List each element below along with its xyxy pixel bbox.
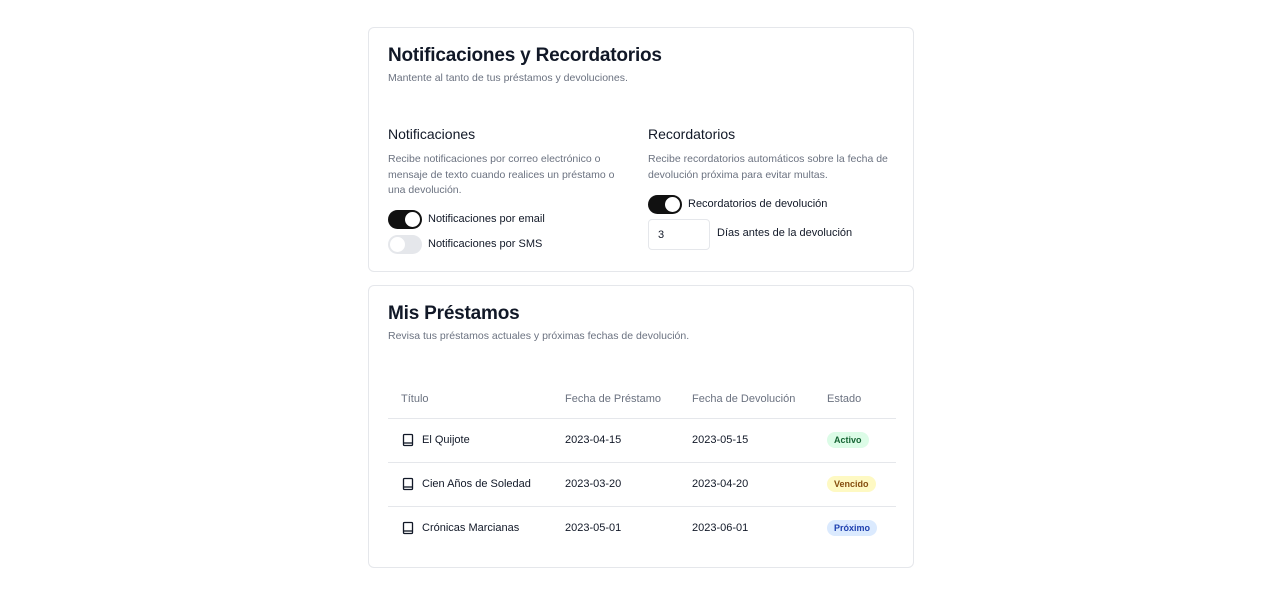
column-header-loan-date: Fecha de Préstamo: [565, 393, 661, 405]
reminders-section-title: Recordatorios: [648, 126, 736, 142]
book-icon: [402, 521, 414, 535]
loans-card-title: Mis Préstamos: [388, 303, 520, 324]
email-notifications-toggle[interactable]: [388, 209, 422, 229]
return-date: 2023-04-20: [692, 478, 749, 490]
sms-notifications-row: Notificaciones por SMS: [388, 234, 542, 254]
notifications-card: Notificaciones y Recordatorios Mantente …: [368, 27, 914, 272]
status-badge: Activo: [827, 432, 869, 448]
days-before-input[interactable]: [648, 219, 710, 250]
book-title-cell: El Quijote: [401, 433, 470, 447]
return-reminders-row: Recordatorios de devolución: [648, 194, 827, 214]
email-notifications-row: Notificaciones por email: [388, 209, 545, 229]
table-header: Título Fecha de Préstamo Fecha de Devolu…: [388, 384, 896, 419]
loan-date: 2023-03-20: [565, 478, 622, 490]
book-title-cell: Crónicas Marcianas: [401, 521, 519, 535]
table-row: El Quijote 2023-04-15 2023-05-15 Activo: [388, 419, 896, 463]
return-date: 2023-06-01: [692, 522, 749, 534]
toggle-knob: [665, 196, 680, 212]
reminders-section: Recordatorios Recibe recordatorios autom…: [648, 125, 893, 183]
reminders-section-description: Recibe recordatorios automáticos sobre l…: [648, 153, 888, 181]
loans-card: Mis Préstamos Revisa tus préstamos actua…: [368, 285, 914, 568]
notifications-card-title: Notificaciones y Recordatorios: [388, 45, 662, 66]
column-header-status: Estado: [827, 393, 862, 405]
loans-table: Título Fecha de Préstamo Fecha de Devolu…: [388, 384, 896, 550]
book-icon: [402, 477, 414, 491]
book-title: Cien Años de Soledad: [422, 478, 531, 490]
return-reminders-toggle[interactable]: [648, 194, 682, 214]
loans-card-description: Revisa tus préstamos actuales y próximas…: [388, 330, 690, 342]
book-title-cell: Cien Años de Soledad: [401, 477, 531, 491]
status-badge: Próximo: [827, 520, 878, 536]
loan-date: 2023-05-01: [565, 522, 622, 534]
column-header-title: Título: [401, 393, 429, 405]
column-header-return-date: Fecha de Devolución: [692, 393, 796, 405]
notifications-section: Notificaciones Recibe notificaciones por…: [388, 125, 633, 199]
notifications-section-title: Notificaciones: [388, 126, 476, 142]
sms-notifications-toggle[interactable]: [388, 234, 422, 254]
notifications-section-description: Recibe notificaciones por correo electró…: [388, 153, 615, 196]
return-date: 2023-05-15: [692, 434, 749, 446]
notifications-card-description: Mantente al tanto de tus préstamos y dev…: [388, 72, 628, 84]
return-reminders-label: Recordatorios de devolución: [688, 198, 828, 210]
sms-notifications-label: Notificaciones por SMS: [428, 238, 543, 250]
book-title: Crónicas Marcianas: [422, 522, 520, 534]
book-icon: [402, 433, 414, 447]
days-before-label: Días antes de la devolución: [717, 227, 853, 239]
email-notifications-label: Notificaciones por email: [428, 213, 545, 225]
toggle-knob: [390, 236, 405, 252]
table-row: Cien Años de Soledad 2023-03-20 2023-04-…: [388, 463, 896, 507]
status-badge: Vencido: [827, 476, 876, 492]
table-row: Crónicas Marcianas 2023-05-01 2023-06-01…: [388, 507, 896, 550]
toggle-knob: [405, 211, 420, 227]
book-title: El Quijote: [422, 434, 470, 446]
loan-date: 2023-04-15: [565, 434, 622, 446]
